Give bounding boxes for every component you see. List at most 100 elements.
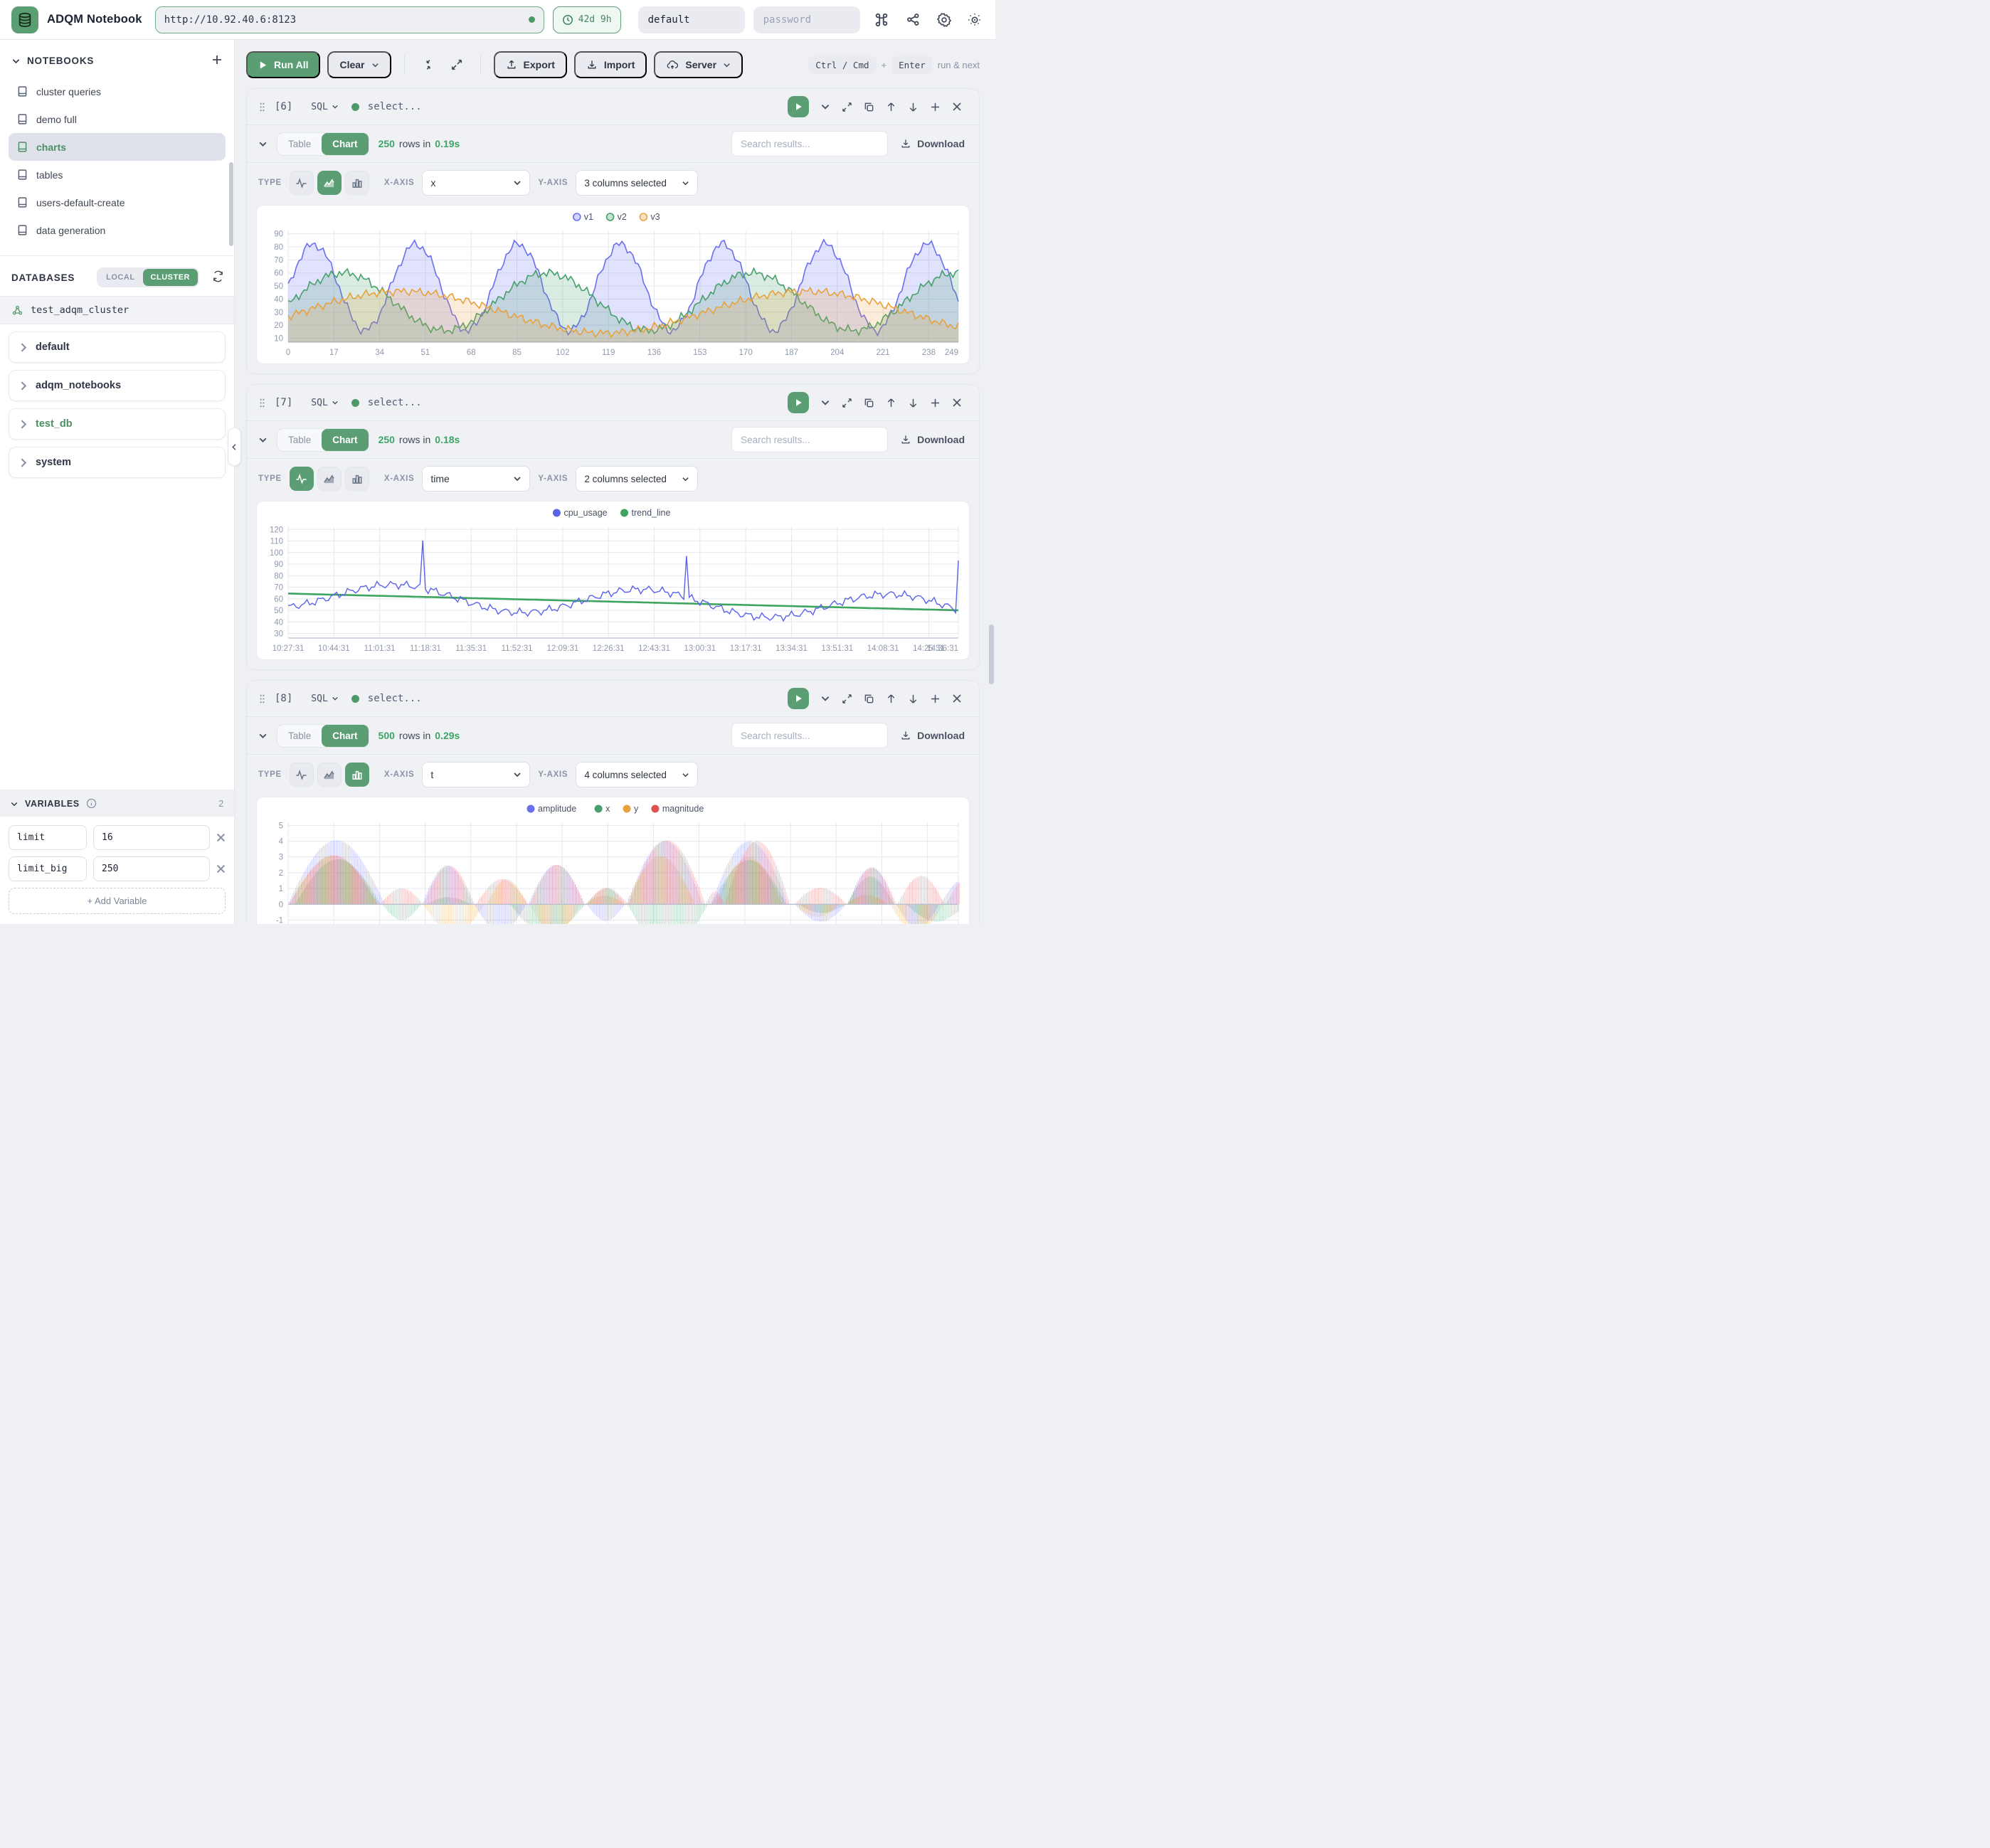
add-notebook-button[interactable] xyxy=(211,54,223,68)
cell-collapse-button[interactable] xyxy=(815,694,836,703)
cell-fullscreen-button[interactable] xyxy=(836,694,858,704)
run-cell-button[interactable] xyxy=(788,392,809,413)
password-input[interactable] xyxy=(753,6,860,33)
move-cell-down-button[interactable] xyxy=(902,694,924,704)
import-button[interactable]: Import xyxy=(574,51,647,78)
run-cell-button[interactable] xyxy=(788,96,809,117)
cell-fullscreen-button[interactable] xyxy=(836,398,858,408)
run-cell-button[interactable] xyxy=(788,688,809,709)
db-scope-local[interactable]: LOCAL xyxy=(98,269,142,286)
db-scope-cluster[interactable]: CLUSTER xyxy=(143,269,198,286)
search-results-input[interactable] xyxy=(731,131,888,156)
cell-query-preview[interactable]: select... xyxy=(368,101,422,112)
chart-type-bar-button[interactable] xyxy=(345,467,369,491)
add-cell-button[interactable] xyxy=(924,102,946,112)
duplicate-cell-button[interactable] xyxy=(858,102,880,112)
server-button[interactable]: Server xyxy=(654,51,743,78)
cell-query-preview[interactable]: select... xyxy=(368,397,422,408)
drag-handle-icon[interactable] xyxy=(258,102,266,112)
move-cell-up-button[interactable] xyxy=(880,694,902,704)
search-results-input[interactable] xyxy=(731,427,888,452)
delete-cell-button[interactable] xyxy=(946,398,968,408)
main-scrollbar[interactable] xyxy=(989,625,994,684)
drag-handle-icon[interactable] xyxy=(258,398,266,408)
sidebar-item-users-default-create[interactable]: users-default-create xyxy=(9,188,226,216)
chart-type-area-button[interactable] xyxy=(317,763,342,787)
sidebar-scrollbar[interactable] xyxy=(229,162,233,246)
collapse-all-button[interactable] xyxy=(418,58,439,71)
y-axis-select[interactable]: 2 columns selected xyxy=(576,466,698,492)
chart-type-line-button[interactable] xyxy=(290,171,314,195)
expand-all-button[interactable] xyxy=(446,58,467,71)
chevron-down-icon[interactable] xyxy=(10,800,18,808)
move-cell-down-button[interactable] xyxy=(902,398,924,408)
y-axis-select[interactable]: 3 columns selected xyxy=(576,170,698,196)
theme-toggle-button[interactable] xyxy=(965,11,984,29)
sidebar-item-data-generation[interactable]: data generation xyxy=(9,216,226,244)
chart-type-line-button[interactable] xyxy=(290,763,314,787)
sidebar-item-charts[interactable]: charts xyxy=(9,133,226,161)
refresh-databases-button[interactable] xyxy=(212,270,224,285)
server-url-input[interactable] xyxy=(164,14,529,26)
chart-type-line-button[interactable] xyxy=(290,467,314,491)
chart-type-area-button[interactable] xyxy=(317,467,342,491)
results-collapse-button[interactable] xyxy=(258,731,268,740)
results-collapse-button[interactable] xyxy=(258,435,268,445)
cluster-row[interactable]: test_adqm_cluster xyxy=(0,296,234,324)
x-axis-select[interactable]: x xyxy=(422,170,530,196)
x-axis-select[interactable]: t xyxy=(422,762,530,787)
drag-handle-icon[interactable] xyxy=(258,694,266,704)
add-cell-button[interactable] xyxy=(924,694,946,704)
table-view-button[interactable]: Table xyxy=(277,429,322,451)
sidebar-item-demo-full[interactable]: demo full xyxy=(9,105,226,133)
shortcuts-button[interactable] xyxy=(873,11,891,29)
sidebar-item-tables[interactable]: tables xyxy=(9,161,226,188)
remove-variable-button[interactable] xyxy=(216,864,226,873)
y-axis-select[interactable]: 4 columns selected xyxy=(576,762,698,787)
delete-cell-button[interactable] xyxy=(946,102,968,112)
x-axis-select[interactable]: time xyxy=(422,466,530,492)
cell-language-dropdown[interactable]: SQL xyxy=(311,398,338,408)
sidebar-database-adqm_notebooks[interactable]: adqm_notebooks xyxy=(9,370,226,401)
remove-variable-button[interactable] xyxy=(216,833,226,842)
chevron-down-icon[interactable] xyxy=(11,56,21,65)
download-button[interactable]: Download xyxy=(897,138,968,149)
table-view-button[interactable]: Table xyxy=(277,133,322,155)
sidebar-database-default[interactable]: default xyxy=(9,331,226,363)
duplicate-cell-button[interactable] xyxy=(858,694,880,704)
variable-value-input[interactable] xyxy=(93,825,210,850)
variable-name-input[interactable] xyxy=(9,856,87,881)
move-cell-up-button[interactable] xyxy=(880,398,902,408)
chart-type-bar-button[interactable] xyxy=(345,763,369,787)
results-collapse-button[interactable] xyxy=(258,139,268,149)
variable-name-input[interactable] xyxy=(9,825,87,850)
cell-language-dropdown[interactable]: SQL xyxy=(311,102,338,112)
settings-button[interactable] xyxy=(935,11,953,29)
username-input[interactable] xyxy=(638,6,745,33)
search-results-input[interactable] xyxy=(731,723,888,748)
chart-view-button[interactable]: Chart xyxy=(322,133,368,155)
server-url-field[interactable] xyxy=(155,6,544,33)
share-button[interactable] xyxy=(904,11,922,29)
chart-view-button[interactable]: Chart xyxy=(322,429,368,451)
duplicate-cell-button[interactable] xyxy=(858,398,880,408)
run-all-button[interactable]: Run All xyxy=(246,51,320,78)
sidebar-collapse-handle[interactable] xyxy=(228,428,241,466)
variable-value-input[interactable] xyxy=(93,856,210,881)
delete-cell-button[interactable] xyxy=(946,694,968,703)
cell-collapse-button[interactable] xyxy=(815,398,836,408)
sidebar-database-test_db[interactable]: test_db xyxy=(9,408,226,440)
download-button[interactable]: Download xyxy=(897,730,968,741)
sidebar-item-cluster-queries[interactable]: cluster queries xyxy=(9,78,226,105)
cell-query-preview[interactable]: select... xyxy=(368,693,422,704)
chart-view-button[interactable]: Chart xyxy=(322,725,368,747)
export-button[interactable]: Export xyxy=(494,51,567,78)
download-button[interactable]: Download xyxy=(897,434,968,445)
chart-type-bar-button[interactable] xyxy=(345,171,369,195)
move-cell-down-button[interactable] xyxy=(902,102,924,112)
clear-button[interactable]: Clear xyxy=(327,51,391,78)
cell-collapse-button[interactable] xyxy=(815,102,836,112)
add-variable-button[interactable]: + Add Variable xyxy=(9,888,226,914)
chart-type-area-button[interactable] xyxy=(317,171,342,195)
move-cell-up-button[interactable] xyxy=(880,102,902,112)
